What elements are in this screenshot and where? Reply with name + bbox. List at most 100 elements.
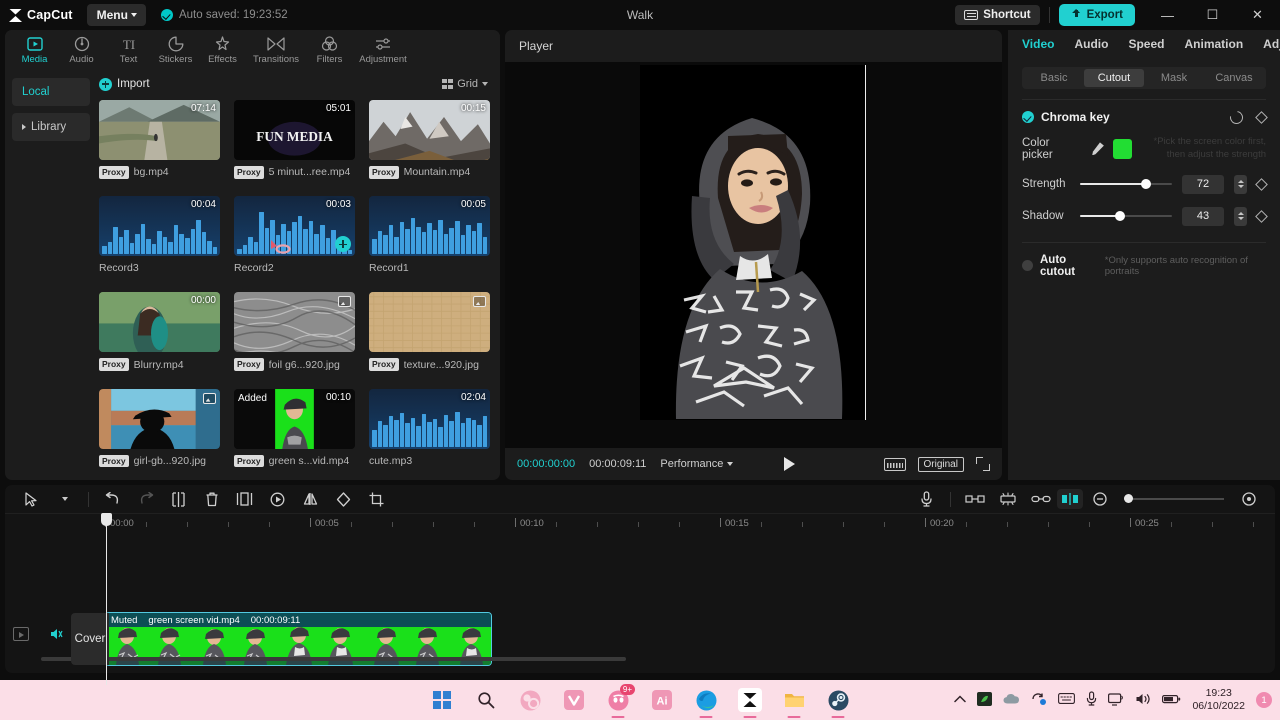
- track-mute-icon[interactable]: [49, 627, 63, 641]
- shadow-slider-knob[interactable]: [1115, 211, 1125, 221]
- playhead[interactable]: [106, 513, 107, 685]
- strength-stepper[interactable]: [1234, 175, 1247, 194]
- media-item[interactable]: FUN MEDIA 05:01 Proxy 5 minut...ree.mp4: [234, 100, 355, 181]
- maximize-button[interactable]: ☐: [1190, 0, 1235, 30]
- search-icon[interactable]: [474, 688, 498, 712]
- view-mode-selector[interactable]: Grid: [442, 78, 488, 90]
- zoom-fit-button[interactable]: [1232, 485, 1265, 513]
- media-thumbnail[interactable]: [99, 389, 220, 449]
- select-tool[interactable]: [15, 485, 48, 513]
- record-voiceover-button[interactable]: [910, 485, 943, 513]
- keyframe-diamond-icon[interactable]: [1255, 111, 1268, 124]
- tool-tab-transitions[interactable]: Transitions: [246, 30, 306, 70]
- microphone-icon[interactable]: [1086, 691, 1097, 709]
- shadow-keyframe-icon[interactable]: [1255, 210, 1268, 223]
- keyboard-icon[interactable]: [1058, 693, 1075, 707]
- tool-tab-stickers[interactable]: Stickers: [152, 30, 199, 70]
- discord-icon[interactable]: 9+: [606, 688, 630, 712]
- zoom-slider-knob[interactable]: [1124, 494, 1133, 503]
- player-stage[interactable]: [505, 62, 1002, 448]
- v-app-icon[interactable]: [562, 688, 586, 712]
- media-thumbnail[interactable]: Added 00:10: [234, 389, 355, 449]
- tool-tab-audio[interactable]: Audio: [58, 30, 105, 70]
- adjust-duration-button[interactable]: [958, 485, 991, 513]
- tab-audio[interactable]: Audio: [1074, 37, 1108, 51]
- shadow-stepper[interactable]: [1234, 207, 1247, 226]
- media-item[interactable]: 02:04 cute.mp3: [369, 389, 490, 470]
- zoom-out-button[interactable]: [1083, 485, 1116, 513]
- export-button[interactable]: Export: [1059, 4, 1135, 26]
- sidebar-item-local[interactable]: Local: [12, 78, 90, 106]
- media-item[interactable]: 00:00 Proxy Blurry.mp4: [99, 292, 220, 373]
- media-thumbnail[interactable]: 07:14: [99, 100, 220, 160]
- media-item[interactable]: Proxy foil g6...920.jpg: [234, 292, 355, 373]
- media-thumbnail[interactable]: [369, 292, 490, 352]
- media-item[interactable]: Proxy girl-gb...920.jpg: [99, 389, 220, 470]
- media-thumbnail[interactable]: 00:03: [234, 196, 355, 256]
- speed-button[interactable]: [261, 485, 294, 513]
- player-quality-selector[interactable]: Performance: [660, 458, 733, 470]
- start-icon[interactable]: [430, 688, 454, 712]
- delete-button[interactable]: [195, 485, 228, 513]
- rotate-button[interactable]: [327, 485, 360, 513]
- link-clips-button[interactable]: [1024, 485, 1057, 513]
- auto-cutout-checkbox[interactable]: [1022, 260, 1033, 271]
- timeline-ruler[interactable]: 00:00 00:05 00:10 00:15 00:20 00:25: [5, 513, 1275, 533]
- picked-color-swatch[interactable]: [1113, 139, 1133, 159]
- redo-button[interactable]: [129, 485, 162, 513]
- cover-button[interactable]: Cover: [71, 613, 109, 665]
- taskbar-clock[interactable]: 19:23 06/10/2022: [1192, 687, 1245, 713]
- zoom-slider[interactable]: [1124, 498, 1224, 500]
- menu-button[interactable]: Menu: [87, 4, 146, 26]
- tray-green-app-icon[interactable]: [977, 692, 992, 709]
- steam-icon[interactable]: [826, 688, 850, 712]
- subtab-basic[interactable]: Basic: [1024, 69, 1084, 87]
- network-icon[interactable]: [1108, 692, 1124, 709]
- media-item[interactable]: Added 00:10 Proxy green s...vid.mp4: [234, 389, 355, 470]
- freeze-button[interactable]: [228, 485, 261, 513]
- strength-value[interactable]: 72: [1182, 175, 1224, 194]
- capcut-icon[interactable]: [738, 688, 762, 712]
- tool-tab-media[interactable]: Media: [11, 30, 58, 70]
- tool-tab-filters[interactable]: Filters: [306, 30, 353, 70]
- media-thumbnail[interactable]: FUN MEDIA 05:01: [234, 100, 355, 160]
- split-button[interactable]: [162, 485, 195, 513]
- subtab-canvas[interactable]: Canvas: [1204, 69, 1264, 87]
- auto-cut-button[interactable]: [991, 485, 1024, 513]
- tray-expand-icon[interactable]: [954, 693, 966, 707]
- strength-keyframe-icon[interactable]: [1255, 178, 1268, 191]
- subtab-mask[interactable]: Mask: [1144, 69, 1204, 87]
- media-thumbnail[interactable]: 02:04: [369, 389, 490, 449]
- snap-toggle[interactable]: [1057, 489, 1083, 509]
- tab-adjustment[interactable]: Adjustme: [1263, 37, 1280, 51]
- volume-icon[interactable]: [1135, 692, 1151, 709]
- obs-icon[interactable]: [518, 688, 542, 712]
- tab-video[interactable]: Video: [1022, 37, 1054, 51]
- strength-slider[interactable]: [1080, 183, 1172, 185]
- timeline-hscrollbar[interactable]: [41, 657, 1265, 661]
- close-button[interactable]: ✕: [1235, 0, 1280, 30]
- aspect-ratio-button[interactable]: Original: [918, 457, 964, 472]
- illustrator-icon[interactable]: Ai: [650, 688, 674, 712]
- scrollbar-thumb[interactable]: [41, 657, 626, 661]
- media-thumbnail[interactable]: 00:15: [369, 100, 490, 160]
- media-item[interactable]: 00:04 Record3: [99, 196, 220, 277]
- media-thumbnail[interactable]: 00:00: [99, 292, 220, 352]
- mirror-button[interactable]: [294, 485, 327, 513]
- import-button[interactable]: Import: [99, 78, 150, 91]
- undo-button[interactable]: [96, 485, 129, 513]
- strength-slider-knob[interactable]: [1141, 179, 1151, 189]
- media-thumbnail[interactable]: 00:04: [99, 196, 220, 256]
- tab-animation[interactable]: Animation: [1184, 37, 1243, 51]
- sidebar-item-library[interactable]: Library: [12, 113, 90, 141]
- sync-icon[interactable]: [1031, 692, 1047, 709]
- play-button[interactable]: [784, 457, 795, 471]
- media-thumbnail[interactable]: 00:05: [369, 196, 490, 256]
- eyedropper-icon[interactable]: [1091, 142, 1104, 155]
- media-item[interactable]: 00:05 Record1: [369, 196, 490, 277]
- media-item[interactable]: 00:15 Proxy Mountain.mp4: [369, 100, 490, 181]
- shadow-slider[interactable]: [1080, 215, 1172, 217]
- shortcut-button[interactable]: Shortcut: [955, 5, 1039, 25]
- media-thumbnail[interactable]: [234, 292, 355, 352]
- battery-icon[interactable]: [1162, 693, 1181, 708]
